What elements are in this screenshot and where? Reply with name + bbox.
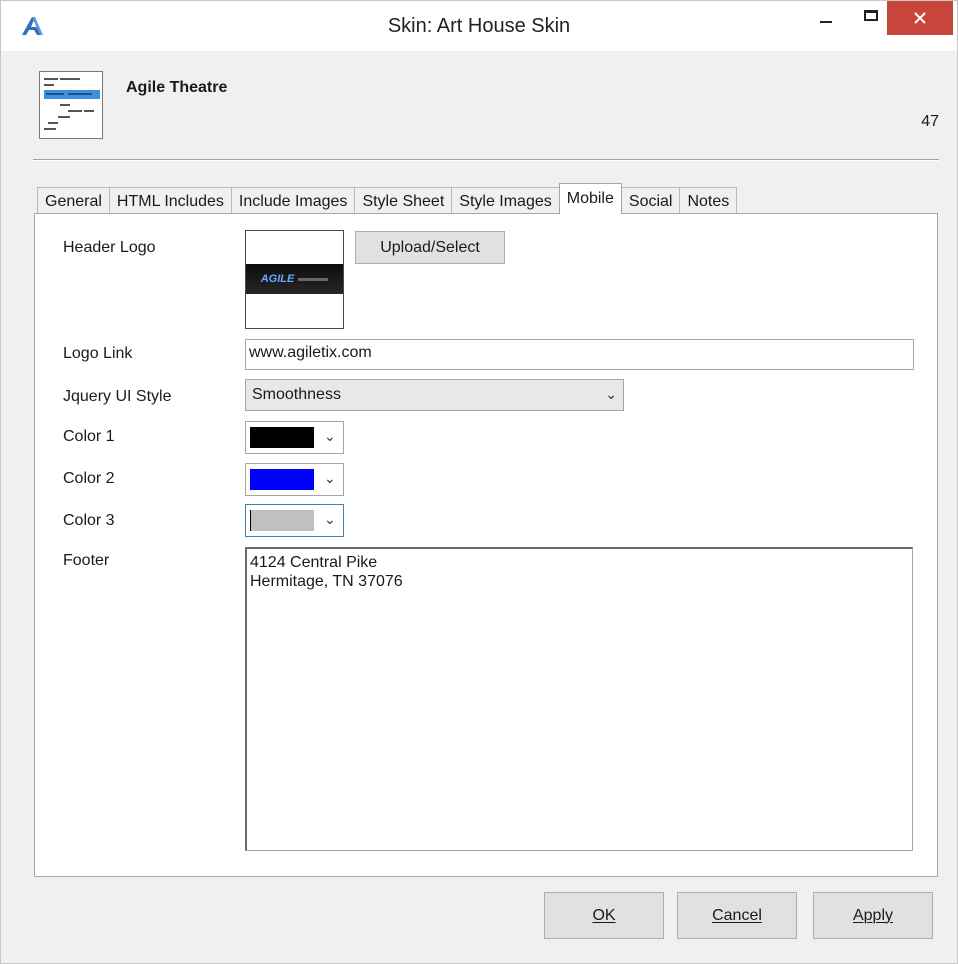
entity-name: Agile Theatre bbox=[126, 79, 228, 96]
color-2-picker[interactable]: ⌄ bbox=[245, 463, 344, 496]
upload-select-button[interactable]: Upload/Select bbox=[355, 231, 505, 264]
color-3-label: Color 3 bbox=[63, 512, 115, 529]
agile-wordmark-icon: AGILE bbox=[260, 273, 295, 285]
chevron-down-icon: ⌄ bbox=[605, 386, 617, 402]
chevron-down-icon: ⌄ bbox=[324, 511, 336, 527]
chevron-down-icon: ⌄ bbox=[324, 428, 336, 444]
jquery-ui-style-label: Jquery UI Style bbox=[63, 388, 172, 405]
entity-id: 47 bbox=[921, 113, 939, 130]
tab-include-images[interactable]: Include Images bbox=[230, 187, 356, 216]
footer-textarea[interactable]: 4124 Central Pike Hermitage, TN 37076 bbox=[245, 547, 913, 851]
logo-tagline-graphic bbox=[298, 277, 329, 281]
tab-notes[interactable]: Notes bbox=[679, 187, 738, 216]
apply-button[interactable]: Apply bbox=[813, 892, 933, 939]
maximize-button[interactable] bbox=[851, 1, 891, 35]
logo-link-label: Logo Link bbox=[63, 345, 133, 362]
tab-strip: General HTML Includes Include Images Sty… bbox=[37, 183, 738, 216]
close-button[interactable] bbox=[887, 1, 953, 35]
jquery-ui-style-value: Smoothness bbox=[252, 386, 341, 403]
color-1-swatch bbox=[250, 427, 314, 448]
color-1-picker[interactable]: ⌄ bbox=[245, 421, 344, 454]
header-logo-image: AGILE bbox=[246, 264, 343, 294]
logo-link-input[interactable]: www.agiletix.com bbox=[245, 339, 914, 370]
tab-html-includes[interactable]: HTML Includes bbox=[108, 187, 232, 216]
tab-general[interactable]: General bbox=[37, 187, 110, 216]
tab-style-images[interactable]: Style Images bbox=[451, 187, 560, 216]
header-separator bbox=[33, 159, 939, 161]
tab-style-sheet[interactable]: Style Sheet bbox=[354, 187, 453, 216]
skin-dialog: Skin: Art House Skin Agile Theatre 47 Ge… bbox=[0, 0, 958, 964]
minimize-icon bbox=[820, 21, 832, 23]
color-1-label: Color 1 bbox=[63, 428, 115, 445]
minimize-button[interactable] bbox=[806, 1, 846, 35]
ok-button[interactable]: OK bbox=[544, 892, 664, 939]
header-logo-label: Header Logo bbox=[63, 239, 156, 256]
color-2-label: Color 2 bbox=[63, 470, 115, 487]
title-bar[interactable]: Skin: Art House Skin bbox=[1, 1, 957, 51]
header-logo-preview[interactable]: AGILE bbox=[245, 230, 344, 329]
footer-label: Footer bbox=[63, 552, 110, 569]
tab-social[interactable]: Social bbox=[620, 187, 681, 216]
skin-document-icon bbox=[39, 71, 103, 139]
color-3-picker[interactable]: ⌄ bbox=[245, 504, 344, 537]
tab-mobile[interactable]: Mobile bbox=[558, 183, 622, 214]
chevron-down-icon: ⌄ bbox=[324, 470, 336, 486]
color-3-swatch bbox=[250, 510, 314, 531]
jquery-ui-style-select[interactable]: Smoothness ⌄ bbox=[245, 379, 624, 411]
cancel-button[interactable]: Cancel bbox=[677, 892, 797, 939]
maximize-icon bbox=[864, 9, 878, 21]
close-icon bbox=[914, 12, 926, 24]
color-2-swatch bbox=[250, 469, 314, 490]
